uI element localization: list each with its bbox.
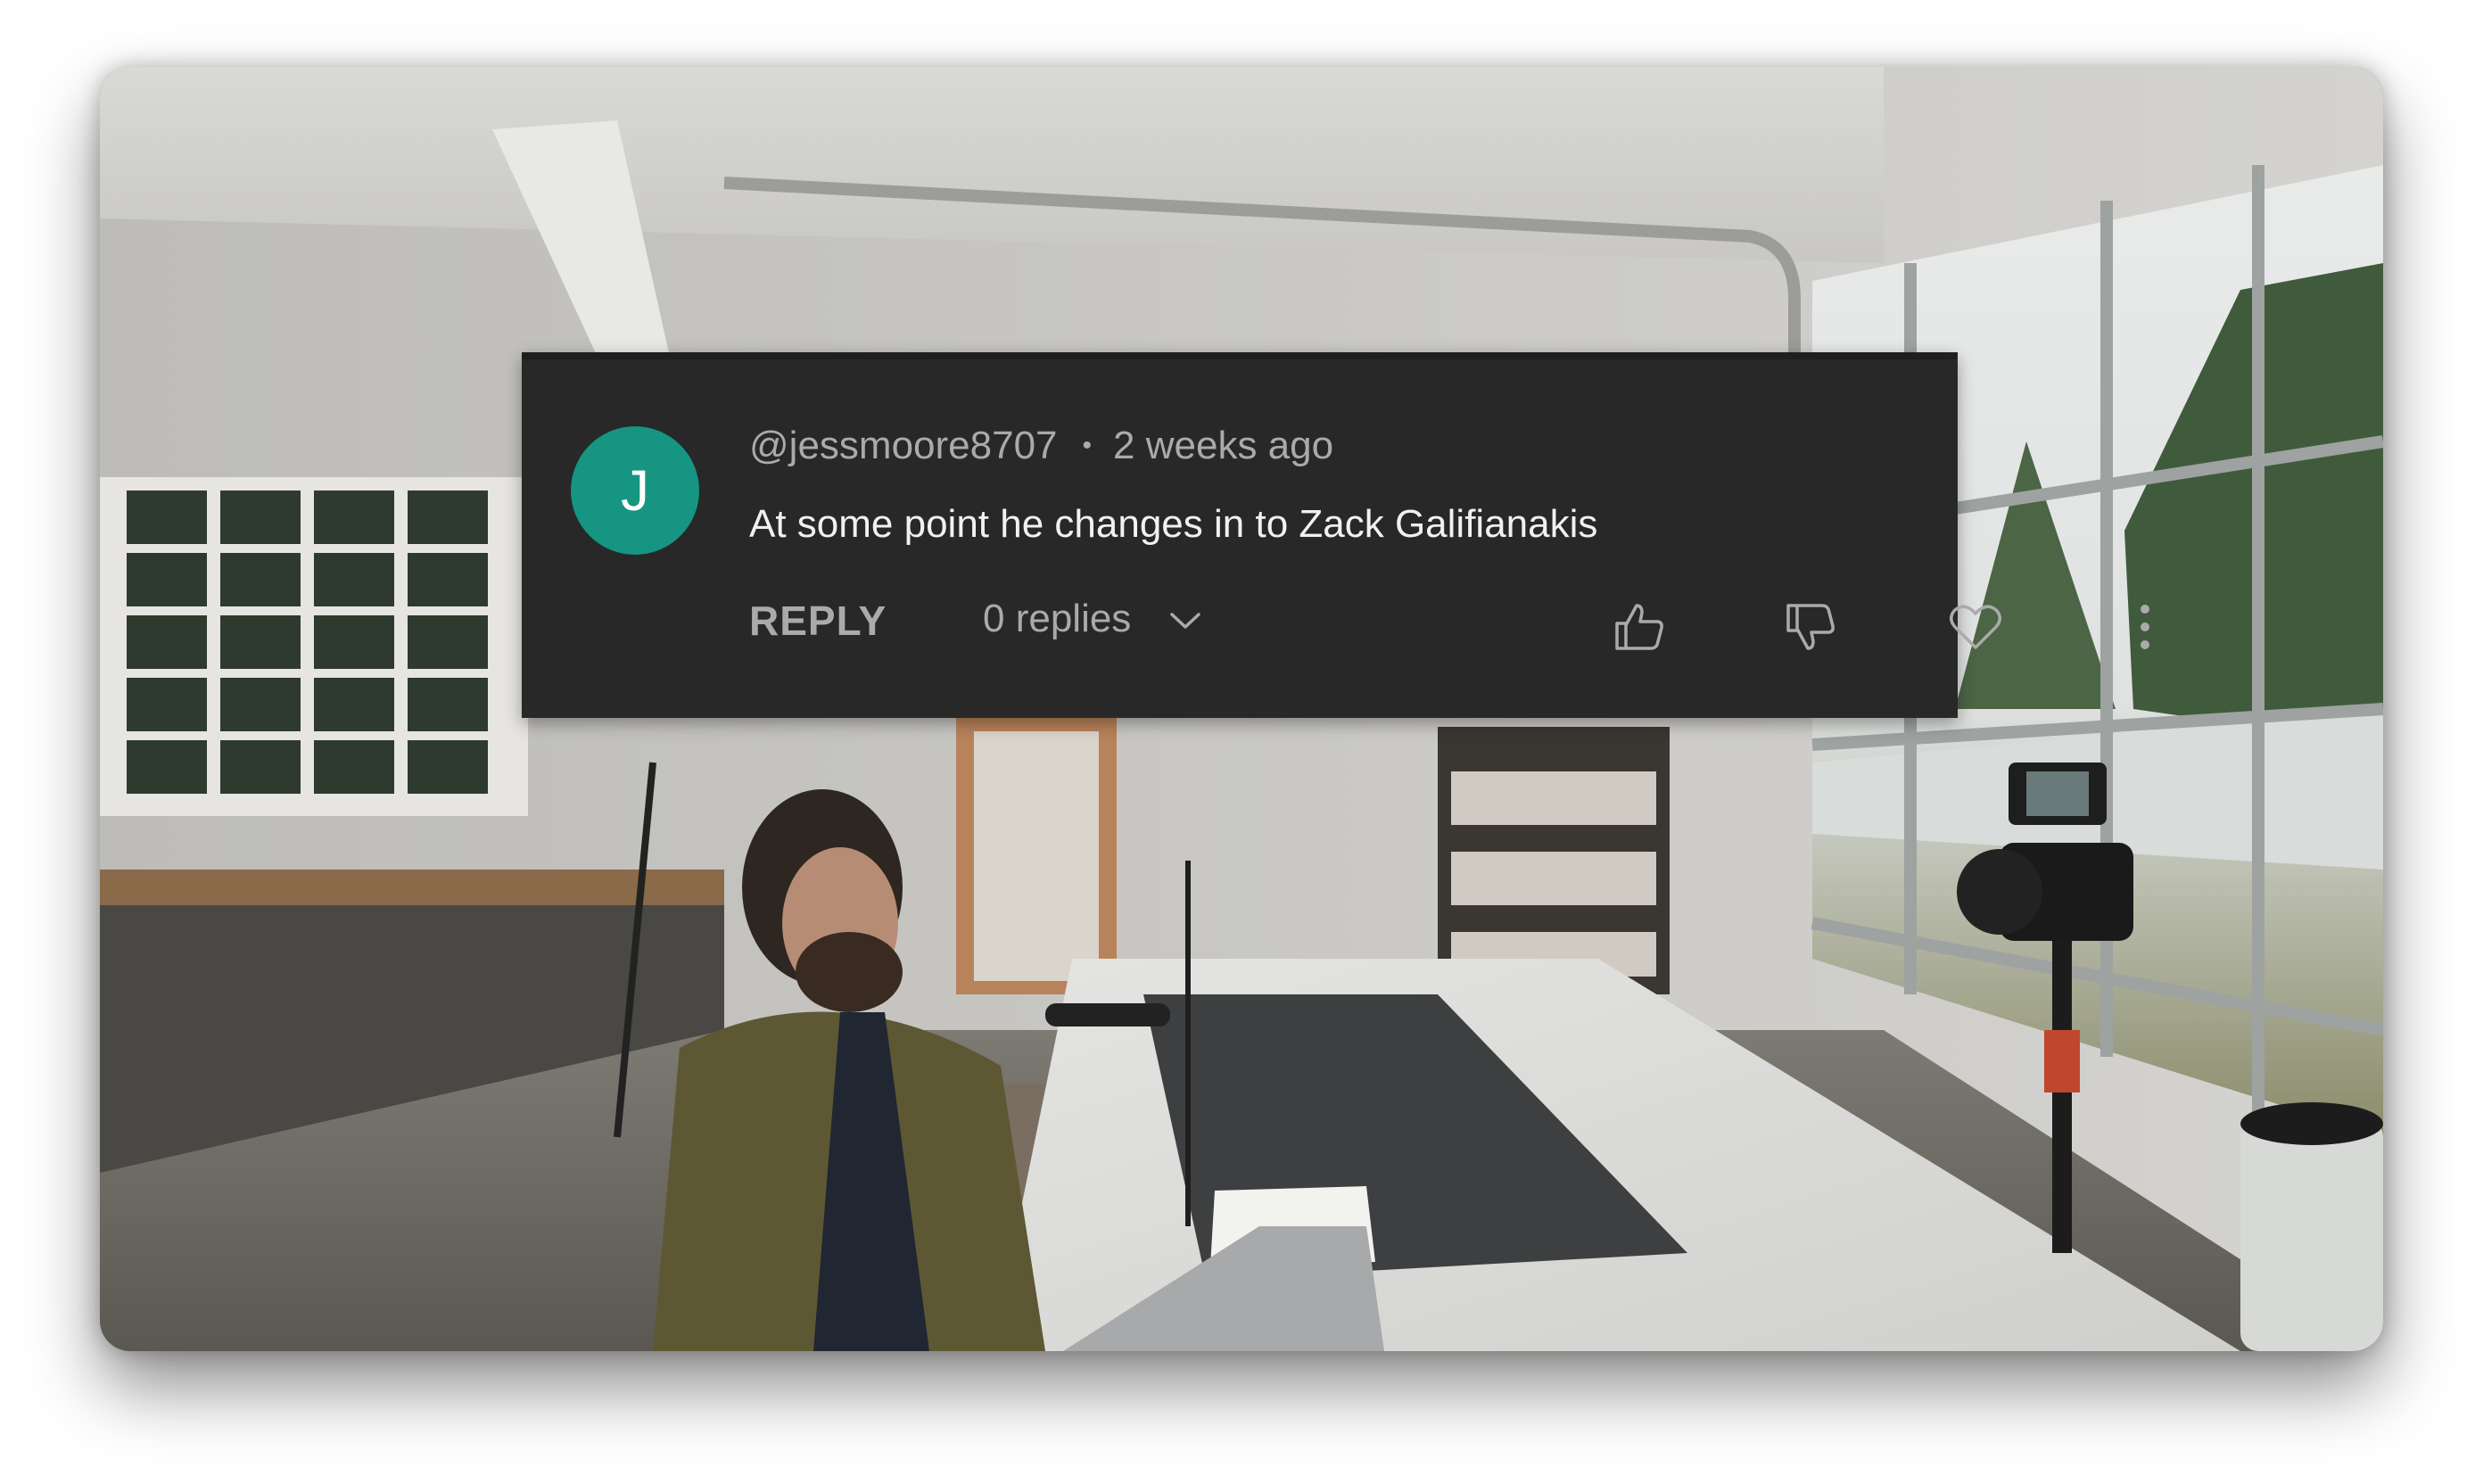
- like-button[interactable]: [1604, 593, 1675, 664]
- replies-count: 0 replies: [983, 597, 1132, 640]
- dislike-button[interactable]: [1775, 593, 1846, 664]
- heart-icon: [1949, 603, 2002, 655]
- comment-card: J @jessmoore8707 • 2 weeks ago At some p…: [522, 352, 2149, 718]
- more-actions-button[interactable]: [2109, 593, 2181, 664]
- replies-toggle[interactable]: 0 replies: [983, 597, 1202, 641]
- chevron-down-icon: [1168, 597, 1202, 641]
- comment-text: At some point he changes in to Zack Gali…: [749, 502, 1598, 546]
- avatar-initial: J: [621, 458, 649, 523]
- heart-button[interactable]: [1940, 593, 2011, 664]
- comment-timestamp[interactable]: 2 weeks ago: [1113, 424, 1333, 468]
- more-vertical-icon: [2139, 603, 2151, 655]
- video-window: J @jessmoore8707 • 2 weeks ago At some p…: [100, 67, 2383, 1351]
- comment-actions: REPLY 0 replies: [749, 593, 2149, 664]
- comment-meta: @jessmoore8707 • 2 weeks ago: [749, 424, 1333, 468]
- thumbs-down-icon: [1785, 602, 1836, 656]
- avatar[interactable]: J: [571, 426, 699, 555]
- meta-separator: •: [1082, 431, 1093, 460]
- thumbs-up-icon: [1613, 602, 1665, 656]
- comment-author[interactable]: @jessmoore8707: [749, 424, 1058, 468]
- reply-button[interactable]: REPLY: [749, 597, 887, 645]
